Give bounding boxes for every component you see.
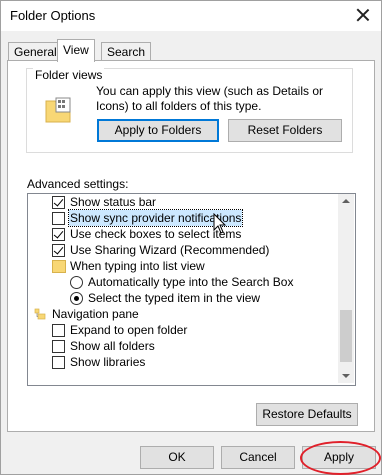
list-item-label: Show status bar [70,195,157,209]
tab-view[interactable]: View [57,39,95,62]
cancel-button[interactable]: Cancel [221,446,295,469]
advanced-settings-label: Advanced settings: [27,177,129,191]
advanced-settings-tree[interactable]: Show status bar Show sync provider notif… [27,193,356,386]
folder-views-description: You can apply this view (such as Details… [96,84,324,113]
list-item-label: Automatically type into the Search Box [88,275,294,289]
folder-views-icon [45,97,71,123]
list-item-label: Expand to open folder [70,323,188,337]
checkbox-use-check-boxes[interactable] [52,228,65,241]
tab-search[interactable]: Search [101,42,152,61]
radio-select-typed-item[interactable] [70,292,83,305]
list-item-label: When typing into list view [70,259,205,273]
reset-folders-button[interactable]: Reset Folders [228,119,342,142]
checkbox-sync-provider-notifications[interactable] [52,212,65,225]
mouse-cursor-icon [213,213,227,234]
tab-general[interactable]: General [8,42,63,61]
checkbox-show-libraries[interactable] [52,356,65,369]
checkbox-expand-to-open-folder[interactable] [52,324,65,337]
folder-icon [52,260,66,273]
close-icon[interactable] [355,7,371,23]
title-bar: Folder Options [1,1,381,31]
scroll-thumb[interactable] [340,310,352,362]
list-item-label: Use Sharing Wizard (Recommended) [70,243,270,257]
radio-auto-type-search[interactable] [70,276,83,289]
scroll-up-arrow-icon[interactable] [342,199,350,203]
restore-defaults-button[interactable]: Restore Defaults [256,403,358,426]
scroll-down-arrow-icon[interactable] [342,374,350,378]
checkbox-show-status-bar[interactable] [52,196,65,209]
list-item-label: Show all folders [70,339,155,353]
list-item-label: Navigation pane [52,307,139,321]
ok-button[interactable]: OK [140,446,214,469]
checkbox-show-all-folders[interactable] [52,340,65,353]
vertical-scrollbar[interactable] [338,194,354,383]
window-title: Folder Options [10,8,96,23]
navigation-pane-icon [34,308,46,320]
list-item-label: Select the typed item in the view [88,291,261,305]
folder-views-label: Folder views [33,68,105,82]
checkbox-sharing-wizard[interactable] [52,244,65,257]
apply-to-folders-button[interactable]: Apply to Folders [97,119,219,142]
apply-highlight-circle [300,441,381,475]
folder-options-window: Folder Options General View Search Folde… [0,0,382,475]
list-item-label: Show libraries [70,355,146,369]
